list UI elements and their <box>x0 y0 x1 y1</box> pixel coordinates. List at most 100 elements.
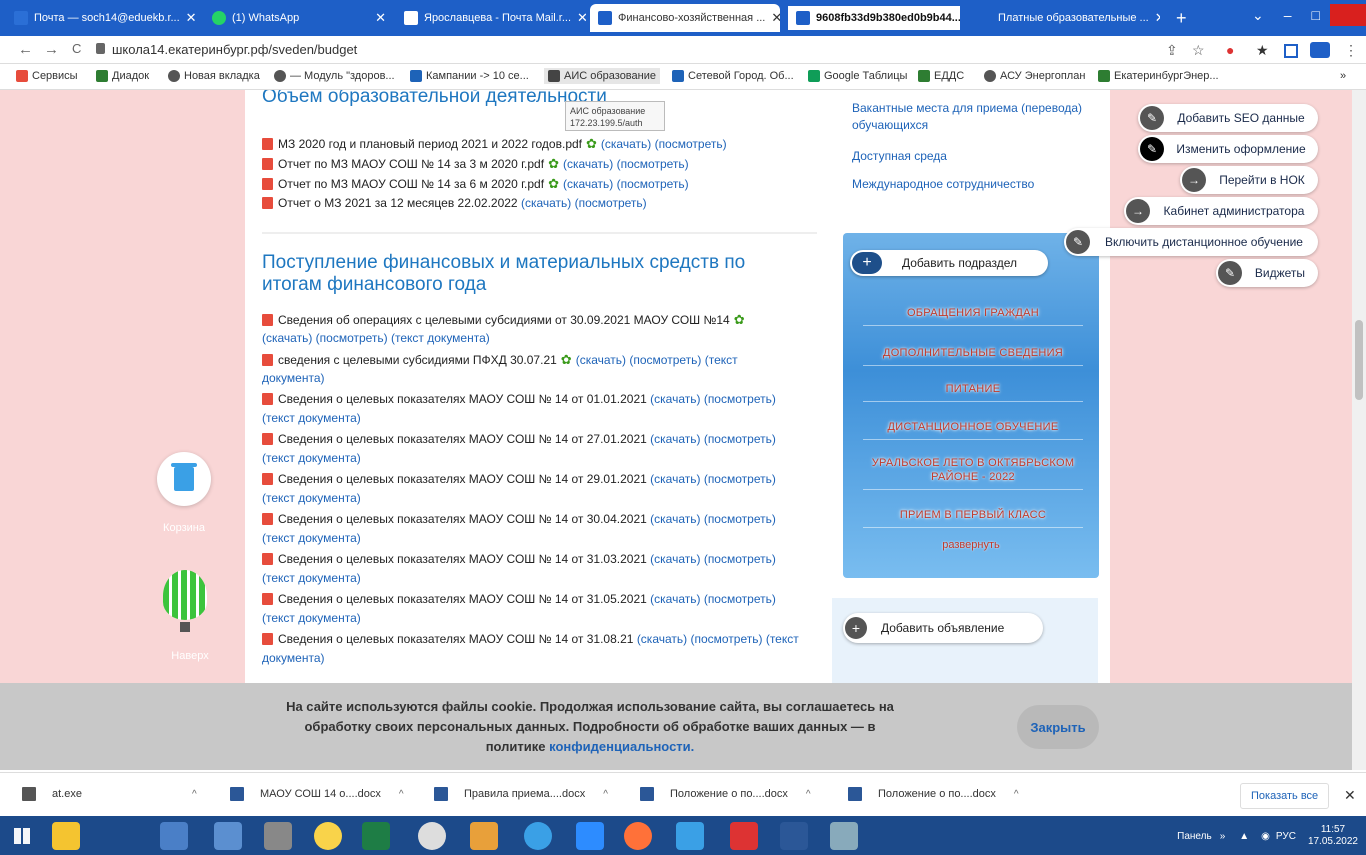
bookmark-star-icon[interactable]: ☆ <box>1192 42 1205 59</box>
bookmark-new-tab[interactable]: Новая вкладка <box>168 70 260 82</box>
tab-finance[interactable]: Финансово-хозяйственная ... ✕ <box>590 4 780 32</box>
close-icon[interactable]: ✕ <box>1149 10 1160 26</box>
chevron-up-icon[interactable]: ^ <box>399 789 404 800</box>
download-item[interactable]: Правила приема....docx ^ <box>434 787 608 801</box>
document-text-link[interactable]: (текст документа) <box>262 411 361 425</box>
chevron-up-icon[interactable]: ^ <box>806 789 811 800</box>
widgets-button[interactable]: ✎ Виджеты <box>1216 259 1318 287</box>
menu-icon[interactable]: ⋮ <box>1344 42 1358 59</box>
download-view-links[interactable]: (скачать) (посмотреть) <box>650 552 776 566</box>
show-all-downloads-button[interactable]: Показать все <box>1240 783 1330 809</box>
forward-button[interactable]: → <box>44 41 59 58</box>
document-text-link[interactable]: документа) <box>262 651 325 665</box>
network-icon[interactable]: ▲ <box>1239 831 1249 842</box>
bookmark-campaigns[interactable]: Кампании -> 10 се... <box>410 70 529 82</box>
volume-icon[interactable]: ◉ <box>1261 831 1270 842</box>
app-icon[interactable] <box>470 822 498 850</box>
bookmark-google-sheets[interactable]: Google Таблицы <box>808 70 907 82</box>
add-subsection-button[interactable]: + Добавить подраздел <box>850 250 1048 276</box>
bookmark-health-module[interactable]: — Модуль "здоров... <box>274 70 395 82</box>
menu-item-additional-info[interactable]: Дополнительные сведения <box>863 347 1083 366</box>
balloon-icon[interactable] <box>163 570 207 620</box>
download-view-links[interactable]: (скачать) (посмотреть) <box>650 512 776 526</box>
download-view-links[interactable]: (скачать) (посмотреть) <box>650 432 776 446</box>
tab-mail[interactable]: Почта — soch14@eduekb.r... ✕ <box>6 4 202 32</box>
close-icon[interactable]: ✕ <box>765 10 780 26</box>
cookie-close-button[interactable]: Закрыть <box>1017 705 1099 749</box>
close-icon[interactable]: ✕ <box>180 10 197 26</box>
clock[interactable]: 11:57 17.05.2022 <box>1308 824 1358 848</box>
chevron-up-icon[interactable]: ^ <box>603 789 608 800</box>
go-nok-button[interactable]: → Перейти в НОК <box>1180 166 1318 194</box>
change-design-button[interactable]: ✎ Изменить оформление <box>1138 135 1318 163</box>
firefox-icon[interactable] <box>624 822 652 850</box>
webcam-icon[interactable] <box>418 822 446 850</box>
menu-item-appeals[interactable]: Обращения граждан <box>863 307 1083 326</box>
bookmark-edds[interactable]: ЕДДС <box>918 70 964 82</box>
close-icon[interactable]: ✕ <box>369 10 386 26</box>
url-input[interactable]: школа14.екатеринбург.рф/sveden/budget <box>112 42 357 57</box>
share-icon[interactable]: ⇪ <box>1166 42 1178 59</box>
close-icon[interactable]: ✕ <box>571 10 586 26</box>
bookmarks-more[interactable]: » <box>1340 70 1346 82</box>
app-icon[interactable] <box>830 822 858 850</box>
minimize-button[interactable]: – <box>1274 7 1302 23</box>
app-icon[interactable] <box>676 822 704 850</box>
download-view-links[interactable]: (скачать) (посмотреть) <box>650 472 776 486</box>
link-vacancies[interactable]: Вакантные места для приема (перевода) обу… <box>852 100 1082 134</box>
document-text-link[interactable]: (текст документа) <box>262 571 361 585</box>
document-text-link[interactable]: (текст документа) <box>262 451 361 465</box>
panel-label[interactable]: Панель <box>1177 831 1212 842</box>
menu-item-distance-learning[interactable]: Дистанционное обучение <box>863 421 1083 440</box>
app-icon[interactable] <box>214 822 242 850</box>
word-icon[interactable] <box>780 822 808 850</box>
document-text-link[interactable]: (скачать) (посмотреть) (текст документа) <box>262 331 490 345</box>
reader-icon[interactable] <box>1284 44 1298 58</box>
zoom-icon[interactable] <box>576 822 604 850</box>
privacy-policy-link[interactable]: конфиденциальности. <box>549 739 694 754</box>
document-text-link[interactable]: (текст документа) <box>262 491 361 505</box>
chrome-icon[interactable] <box>314 822 342 850</box>
explorer-icon[interactable] <box>52 822 80 850</box>
close-window-button[interactable] <box>1330 4 1366 26</box>
tab-search-dropdown[interactable]: ⌄ <box>1242 7 1274 24</box>
document-text-link[interactable]: документа) <box>262 371 325 385</box>
menu-item-ural-summer-2[interactable]: районе - 2022 <box>863 471 1083 490</box>
download-view-links[interactable]: (скачать) (посмотреть) (текст <box>637 632 799 646</box>
download-view-links[interactable]: (скачать) (посмотреть) <box>650 592 776 606</box>
download-view-links[interactable]: (скачать) (посмотреть) <box>563 157 689 171</box>
close-downloads-button[interactable]: ✕ <box>1344 787 1356 804</box>
extension-icon[interactable]: ● <box>1226 42 1234 58</box>
app-icon[interactable] <box>160 822 188 850</box>
download-item[interactable]: МАОУ СОШ 14 о....docx ^ <box>230 787 404 801</box>
app-icon[interactable] <box>730 822 758 850</box>
download-item[interactable]: Положение о по....docx ^ <box>848 787 1019 801</box>
ie-icon[interactable] <box>524 822 552 850</box>
chevron-up-icon[interactable]: ^ <box>192 789 197 800</box>
tab-hash[interactable]: 9608fb33d9b380ed0b9b44...✕ <box>786 4 962 32</box>
windows-start-icon[interactable] <box>14 828 30 844</box>
excel-icon[interactable] <box>362 822 390 850</box>
download-view-links[interactable]: (скачать) (посмотреть) (текст <box>576 353 738 367</box>
bookmark-network-city[interactable]: Сетевой Город. Об... <box>672 70 794 82</box>
download-item[interactable]: at.exe ^ <box>22 787 197 801</box>
download-view-links[interactable]: (скачать) (посмотреть) <box>650 392 776 406</box>
new-tab-button[interactable]: + <box>1168 4 1198 32</box>
download-view-links[interactable]: (скачать) (посмотреть) <box>563 177 689 191</box>
bookmark-services[interactable]: Сервисы <box>16 70 78 82</box>
add-seo-button[interactable]: ✎ Добавить SEO данные <box>1138 104 1318 132</box>
scroll-up-label[interactable]: Наверх <box>150 650 230 662</box>
calculator-icon[interactable] <box>264 822 292 850</box>
download-item[interactable]: Положение о по....docx ^ <box>640 787 811 801</box>
expand-link[interactable]: развернуть <box>843 539 1099 551</box>
reload-button[interactable]: C <box>72 41 81 56</box>
tab-whatsapp[interactable]: (1) WhatsApp ✕ <box>204 4 394 32</box>
close-icon[interactable]: ✕ <box>961 10 962 26</box>
link-international-cooperation[interactable]: Международное сотрудничество <box>852 176 1034 193</box>
bookmark-asu[interactable]: АСУ Энергоплан <box>984 70 1085 82</box>
menu-item-ural-summer[interactable]: Уральское лето в Октябрьском <box>863 457 1083 469</box>
tray-chevron-icon[interactable]: » <box>1220 831 1226 842</box>
tab-mail-ru[interactable]: Ярославцева - Почта Mail.r... ✕ <box>396 4 586 32</box>
bookmark-ekb-energo[interactable]: ЕкатеринбургЭнер... <box>1098 70 1219 82</box>
profile-icon[interactable] <box>1310 42 1330 58</box>
